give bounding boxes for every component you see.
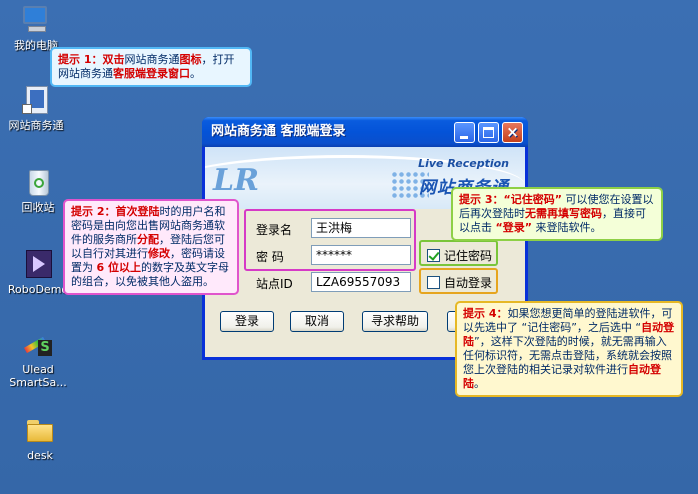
recycle-bin-icon <box>22 166 54 198</box>
ulead-smartsaver-icon: S <box>22 328 54 360</box>
credentials-highlight <box>244 209 416 271</box>
tip-3: 提示 3：“记住密码” 可以使您在设置以后再次登陆时无需再填写密码，直接可以点击… <box>451 187 663 241</box>
desktop-icon-my-computer[interactable]: 我的电脑 <box>0 4 72 52</box>
remember-highlight <box>419 240 498 266</box>
desktop-icon-label: SmartSa... <box>9 376 67 389</box>
siteid-input[interactable]: LZA69557093 <box>311 272 411 292</box>
banner-live-reception: Live Reception <box>418 157 509 170</box>
desktop-icon-label: 网站商务通 <box>8 119 64 132</box>
tip-4: 提示 4：如果您想更简单的登陆进软件，可以先选中了 “记住密码”，之后选中 “自… <box>455 301 683 397</box>
webcs-app-icon <box>20 84 52 116</box>
minimize-icon <box>460 136 468 139</box>
window-title-bar[interactable]: 网站商务通 客服端登录 × <box>202 117 528 147</box>
close-button[interactable]: × <box>502 122 523 143</box>
cancel-button[interactable]: 取消 <box>290 311 344 332</box>
tip-2: 提示 2：首次登陆时的用户名和密码是由向您出售网站商务通软件的服务商所分配，登陆… <box>63 199 239 295</box>
login-button[interactable]: 登录 <box>220 311 274 332</box>
tip-1: 提示 1：双击网站商务通图标，打开网站商务通客服端登录窗口。 <box>50 47 252 87</box>
banner-logo: LR <box>213 163 260 198</box>
help-button[interactable]: 寻求帮助 <box>362 311 428 332</box>
auto-login-highlight <box>419 268 498 294</box>
folder-icon <box>24 414 56 446</box>
close-icon: × <box>506 123 519 141</box>
desktop-icon-webcs[interactable]: 网站商务通 <box>0 84 72 132</box>
minimize-button[interactable] <box>454 122 475 143</box>
robodemo-icon <box>22 248 54 280</box>
maximize-icon <box>483 127 494 138</box>
computer-icon <box>20 4 52 36</box>
window-title: 网站商务通 客服端登录 <box>211 124 346 139</box>
maximize-button[interactable] <box>478 122 499 143</box>
desktop-icon-label: Ulead <box>22 363 54 376</box>
desktop-icon-desk-folder[interactable]: desk <box>4 414 76 462</box>
desktop-icon-ulead[interactable]: S Ulead SmartSa... <box>2 328 74 389</box>
desktop-icon-label: desk <box>27 449 53 462</box>
siteid-label: 站点ID <box>256 277 293 291</box>
